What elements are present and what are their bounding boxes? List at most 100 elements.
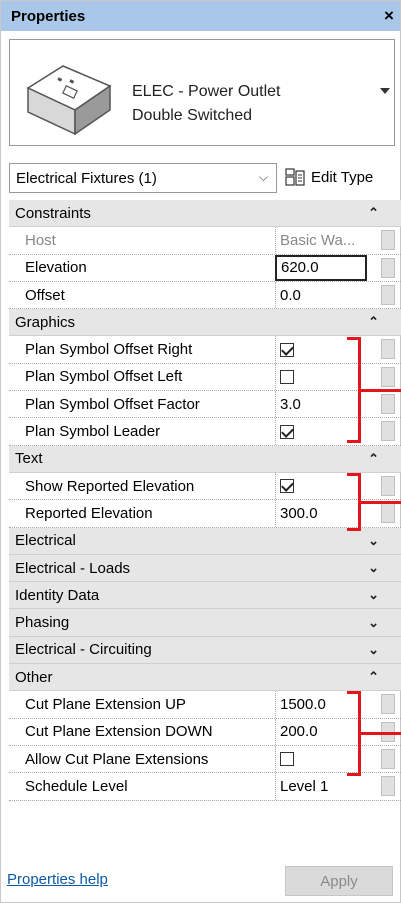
edit-type-button[interactable]: Edit Type <box>285 161 373 193</box>
associate-parameter-button[interactable] <box>381 421 395 442</box>
edit-type-icon <box>285 168 305 186</box>
expand-icon[interactable]: ⌄ <box>368 533 379 549</box>
annotation-bracket-text <box>347 473 361 531</box>
chevron-down-icon[interactable] <box>380 88 390 94</box>
checkbox-unchecked[interactable] <box>280 369 294 384</box>
property-value[interactable]: 620.0 <box>275 254 367 281</box>
checkbox-checked[interactable] <box>280 342 294 357</box>
properties-help-link[interactable]: Properties help <box>7 871 108 888</box>
associate-parameter-button[interactable] <box>381 284 395 305</box>
group-label: Electrical - Loads <box>15 559 131 577</box>
properties-grid: Constraints ⌃ Host Basic Wa... Elevation 620.… <box>9 200 401 801</box>
property-row: Plan Symbol Offset Left <box>9 363 401 392</box>
property-name: Elevation <box>25 259 87 277</box>
filter-row: Electrical Fixtures (1) ⌵ Edit Type <box>9 161 395 193</box>
chevron-down-icon: ⌵ <box>258 170 268 184</box>
group-header[interactable]: Constraints ⌃ <box>9 200 401 228</box>
power-outlet-thumbnail <box>26 65 112 136</box>
property-row: Host Basic Wa... <box>9 227 401 255</box>
property-name: Schedule Level <box>25 777 128 795</box>
annotation-bracket-graphics <box>347 337 361 443</box>
checkbox-checked[interactable] <box>280 424 294 439</box>
group-label: Electrical - Circuiting <box>15 641 152 659</box>
property-row: Schedule Level Level 1 <box>9 773 401 801</box>
property-value[interactable]: Level 1 <box>275 773 367 800</box>
associate-parameter-button[interactable] <box>381 748 395 769</box>
property-name: Allow Cut Plane Extensions <box>25 750 209 768</box>
associate-parameter-button[interactable] <box>381 776 395 797</box>
property-row: Plan Symbol Offset Factor 3.0 <box>9 391 401 419</box>
expand-icon[interactable]: ⌄ <box>368 587 379 603</box>
property-row: Plan Symbol Offset Right <box>9 336 401 364</box>
group-header[interactable]: Phasing ⌄ <box>9 609 401 637</box>
palette-title: Properties <box>11 7 86 25</box>
property-name: Plan Symbol Offset Left <box>25 368 183 386</box>
property-name: Plan Symbol Offset Factor <box>25 395 200 413</box>
property-row: Cut Plane Extension DOWN 200.0 <box>9 718 401 746</box>
annotation-pointer-graphics <box>361 389 401 392</box>
collapse-icon[interactable]: ⌃ <box>368 451 379 467</box>
property-row: Offset 0.0 <box>9 281 401 310</box>
group-label: Other <box>15 668 53 686</box>
expand-icon[interactable]: ⌄ <box>368 642 379 658</box>
group-label: Constraints <box>15 204 91 222</box>
group-label: Electrical <box>15 532 76 550</box>
apply-button[interactable]: Apply <box>285 866 393 896</box>
group-header[interactable]: Electrical - Circuiting ⌄ <box>9 636 401 665</box>
collapse-icon[interactable]: ⌃ <box>368 205 379 221</box>
group-header[interactable]: Graphics ⌃ <box>9 309 401 337</box>
type-variant-name: Double Switched <box>132 107 253 124</box>
associate-parameter-button[interactable] <box>381 339 395 360</box>
type-family-name: ELEC - Power Outlet <box>132 83 281 100</box>
palette-footer: Properties help Apply <box>1 861 400 903</box>
associate-parameter-button[interactable] <box>381 257 395 278</box>
group-header[interactable]: Electrical - Loads ⌄ <box>9 554 401 583</box>
collapse-icon[interactable]: ⌃ <box>368 669 379 685</box>
group-header[interactable]: Other ⌃ <box>9 664 401 692</box>
property-value: Basic Wa... <box>275 227 367 254</box>
property-row: Plan Symbol Leader <box>9 418 401 446</box>
properties-palette: Properties × ELEC - Power Outlet Double … <box>0 0 401 903</box>
collapse-icon[interactable]: ⌃ <box>368 314 379 330</box>
annotation-bracket-other <box>347 691 361 776</box>
property-name: Reported Elevation <box>25 504 153 522</box>
close-icon[interactable]: × <box>378 6 400 26</box>
category-filter-label: Electrical Fixtures (1) <box>16 169 157 187</box>
type-name: ELEC - Power Outlet Double Switched <box>132 80 281 128</box>
edit-type-label: Edit Type <box>311 168 374 186</box>
property-row: Cut Plane Extension UP 1500.0 <box>9 691 401 719</box>
group-header[interactable]: Text ⌃ <box>9 445 401 473</box>
annotation-pointer-text <box>361 501 401 504</box>
property-value[interactable]: 0.0 <box>275 281 367 309</box>
property-name: Host <box>25 231 56 249</box>
expand-icon[interactable]: ⌄ <box>368 615 379 631</box>
checkbox-checked[interactable] <box>280 479 294 494</box>
property-name: Plan Symbol Leader <box>25 423 161 441</box>
property-name: Cut Plane Extension DOWN <box>25 723 213 741</box>
expand-icon[interactable]: ⌄ <box>368 560 379 576</box>
type-selector[interactable]: ELEC - Power Outlet Double Switched <box>9 39 395 146</box>
property-name: Offset <box>25 286 65 304</box>
group-header[interactable]: Electrical ⌄ <box>9 527 401 555</box>
associate-parameter-button[interactable] <box>381 694 395 715</box>
associate-parameter-button[interactable] <box>381 366 395 387</box>
associate-parameter-button[interactable] <box>381 475 395 496</box>
title-bar: Properties × <box>1 1 400 31</box>
associate-parameter-button[interactable] <box>381 394 395 415</box>
group-label: Graphics <box>15 313 76 331</box>
group-header[interactable]: Identity Data ⌄ <box>9 582 401 610</box>
category-filter-dropdown[interactable]: Electrical Fixtures (1) ⌵ <box>9 163 277 193</box>
group-label: Phasing <box>15 614 70 632</box>
associate-parameter-button[interactable] <box>381 230 395 251</box>
property-row: Reported Elevation 300.0 <box>9 500 401 528</box>
property-name: Show Reported Elevation <box>25 477 195 495</box>
property-name: Cut Plane Extension UP <box>25 695 186 713</box>
property-row: Elevation 620.0 <box>9 254 401 282</box>
associate-parameter-button[interactable] <box>381 503 395 524</box>
property-name: Plan Symbol Offset Right <box>25 341 193 359</box>
checkbox-unchecked[interactable] <box>280 752 294 767</box>
group-label: Identity Data <box>15 586 100 604</box>
property-row: Allow Cut Plane Extensions <box>9 745 401 774</box>
property-row: Show Reported Elevation <box>9 472 401 501</box>
group-label: Text <box>15 450 43 468</box>
